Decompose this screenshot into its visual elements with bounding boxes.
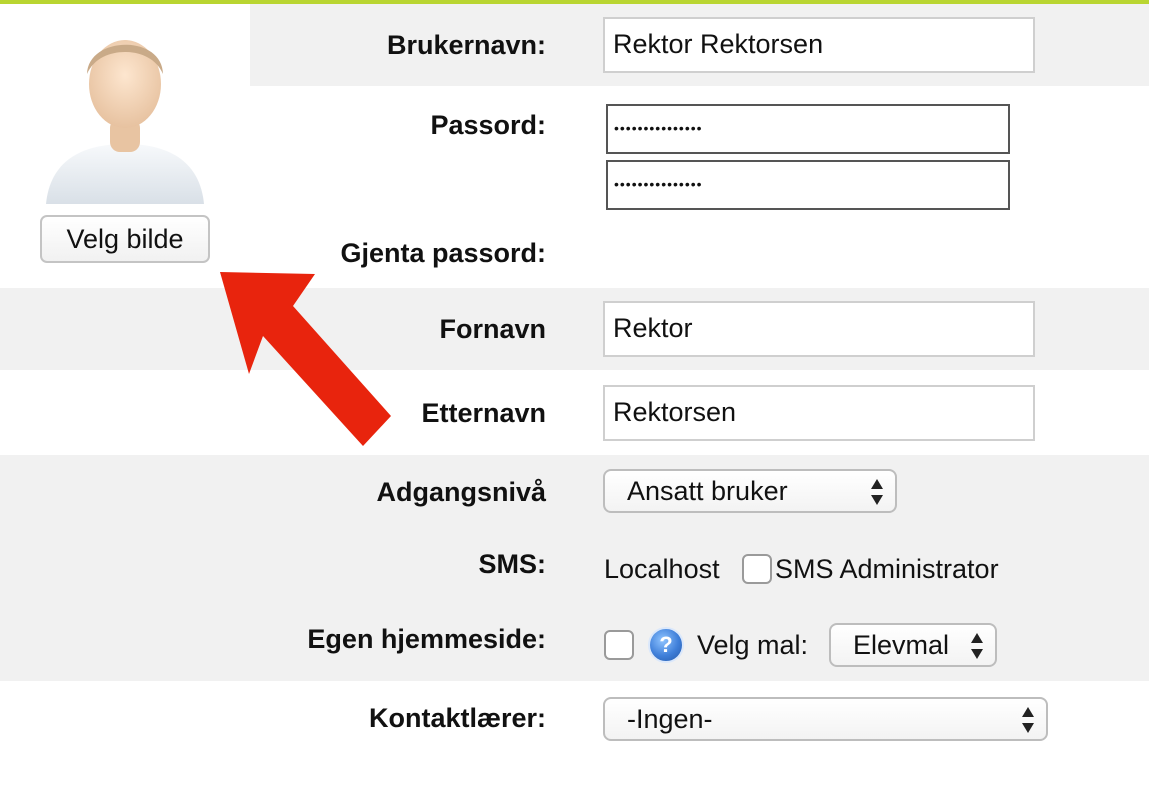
- contact-teacher-select[interactable]: -Ingen-: [603, 697, 1048, 741]
- template-select[interactable]: Elevmal: [829, 623, 997, 667]
- username-label: Brukernavn:: [386, 30, 546, 60]
- first-name-input[interactable]: Rektor: [603, 301, 1035, 357]
- choose-image-button[interactable]: Velg bilde: [40, 215, 210, 263]
- last-name-label: Etternavn: [421, 398, 546, 428]
- select-arrows-icon: [871, 479, 883, 505]
- homepage-label: Egen hjemmeside:: [307, 624, 546, 654]
- password-label: Passord:: [430, 110, 546, 140]
- sms-provider: Localhost: [604, 554, 720, 584]
- sms-label: SMS:: [478, 549, 547, 579]
- template-value: Elevmal: [853, 630, 950, 660]
- select-arrows-icon: [971, 633, 983, 659]
- contact-teacher-label: Kontaktlærer:: [368, 703, 546, 733]
- template-label: Velg mal:: [697, 630, 809, 660]
- select-arrows-icon: [1022, 707, 1034, 733]
- contact-teacher-value: -Ingen-: [627, 704, 713, 734]
- help-icon[interactable]: ?: [648, 627, 684, 663]
- password-input[interactable]: •••••••••••••••: [606, 104, 1010, 154]
- avatar: [46, 40, 204, 204]
- last-name-input[interactable]: Rektorsen: [603, 385, 1035, 441]
- repeat-password-label: Gjenta passord:: [340, 238, 546, 268]
- homepage-checkbox[interactable]: [604, 630, 634, 660]
- username-input[interactable]: Rektor Rektorsen: [603, 17, 1035, 73]
- access-level-select[interactable]: Ansatt bruker: [603, 469, 897, 513]
- arrow-up-left-icon: [220, 272, 391, 446]
- repeat-password-input[interactable]: •••••••••••••••: [606, 160, 1010, 210]
- sms-admin-checkbox[interactable]: [742, 554, 772, 584]
- first-name-label: Fornavn: [439, 314, 546, 344]
- access-level-label: Adgangsnivå: [376, 477, 546, 507]
- sms-admin-label: SMS Administrator: [775, 554, 999, 584]
- access-level-value: Ansatt bruker: [627, 476, 788, 506]
